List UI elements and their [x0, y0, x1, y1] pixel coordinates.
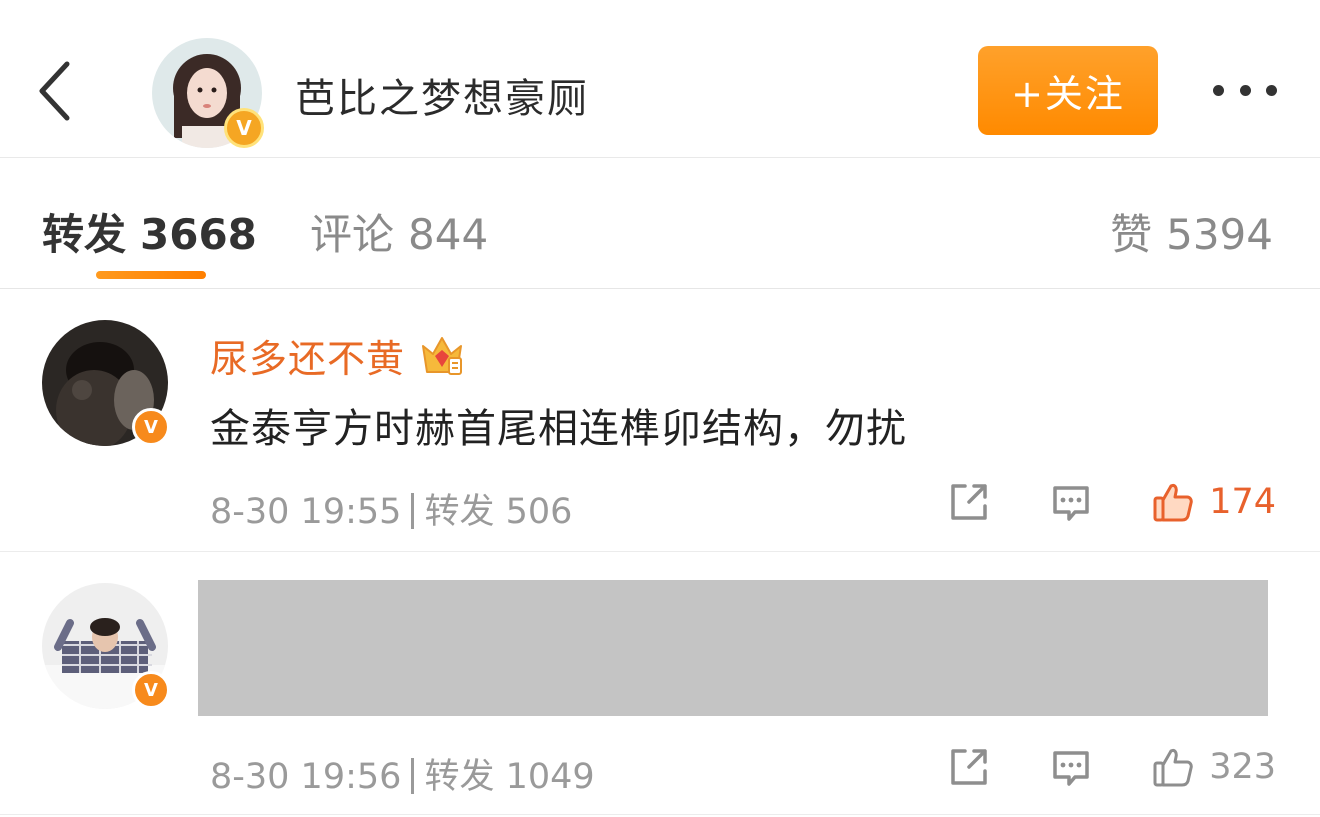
- page-title: 芭比之梦想豪厕: [295, 76, 589, 122]
- tab-repost-label: 转发: [42, 210, 127, 259]
- repost-label: 转发: [424, 492, 495, 532]
- follow-button[interactable]: +关注: [978, 46, 1158, 135]
- back-button[interactable]: [28, 56, 80, 126]
- user-avatar[interactable]: V: [42, 320, 170, 446]
- active-tab-indicator: [96, 271, 206, 279]
- post-actions: 174: [947, 472, 1276, 532]
- like-button[interactable]: 323: [1151, 745, 1276, 789]
- post-time: 8-30 19:55: [210, 492, 402, 532]
- verified-badge: V: [132, 408, 170, 446]
- meta-divider: [411, 493, 415, 529]
- repost-count: 506: [505, 492, 573, 532]
- repost-list-page: V 芭比之梦想豪厕 +关注 转发 3668 评论 844 赞 5394 V 尿多…: [0, 0, 1320, 817]
- tab-comment-label: 评论: [310, 210, 395, 259]
- tab-like-label: 赞: [1110, 210, 1153, 259]
- share-icon: [951, 749, 987, 785]
- chevron-left-icon: [39, 61, 70, 121]
- comment-icon: [1053, 751, 1089, 786]
- author-avatar[interactable]: V: [152, 38, 264, 148]
- verified-badge: V: [132, 671, 170, 709]
- thumbs-up-filled-icon: [1153, 484, 1193, 522]
- like-button[interactable]: 174: [1151, 480, 1276, 524]
- tab-repost[interactable]: 转发 3668: [42, 201, 257, 262]
- tab-bar: 转发 3668 评论 844 赞 5394: [0, 159, 1320, 289]
- tab-like-count: 5394: [1166, 210, 1273, 259]
- repost-label: 转发: [424, 757, 495, 797]
- post-time: 8-30 19:56: [210, 757, 402, 797]
- top-bar: V 芭比之梦想豪厕 +关注: [0, 0, 1320, 158]
- post-actions: 323: [947, 737, 1276, 797]
- tab-like[interactable]: 赞 5394: [1110, 201, 1273, 262]
- tab-repost-count: 3668: [140, 210, 257, 259]
- verified-badge: V: [224, 108, 264, 148]
- username[interactable]: 尿多还不黄: [210, 328, 465, 383]
- like-count: 323: [1209, 747, 1276, 787]
- thumbs-up-icon: [1153, 749, 1193, 787]
- more-dots-icon: [1213, 84, 1224, 96]
- comment-button[interactable]: [1049, 480, 1093, 524]
- comment-icon: [1053, 486, 1089, 521]
- repost-item: V 8-30 19:56 转发 1049 323: [0, 553, 1320, 815]
- post-meta: 8-30 19:56 转发 1049: [210, 748, 595, 799]
- tab-comment[interactable]: 评论 844: [310, 201, 488, 262]
- share-button[interactable]: [947, 745, 991, 789]
- repost-item: V 尿多还不黄 金泰亨方时赫首尾相连榫卯结构，勿扰 8-30 19:55 转发 5…: [0, 290, 1320, 552]
- repost-count: 1049: [505, 757, 595, 797]
- share-button[interactable]: [947, 480, 991, 524]
- user-avatar[interactable]: V: [42, 583, 170, 709]
- redacted-content: [198, 580, 1268, 716]
- post-meta: 8-30 19:55 转发 506: [210, 483, 572, 534]
- comment-button[interactable]: [1049, 745, 1093, 789]
- like-count: 174: [1209, 482, 1276, 522]
- username-text: 尿多还不黄: [210, 337, 406, 381]
- share-icon: [951, 484, 987, 520]
- more-button[interactable]: [1205, 70, 1285, 110]
- post-content: 金泰亨方时赫首尾相连榫卯结构，勿扰: [210, 406, 907, 452]
- vip-crown-icon: [419, 334, 465, 378]
- tab-comment-count: 844: [408, 210, 489, 259]
- meta-divider: [411, 758, 415, 794]
